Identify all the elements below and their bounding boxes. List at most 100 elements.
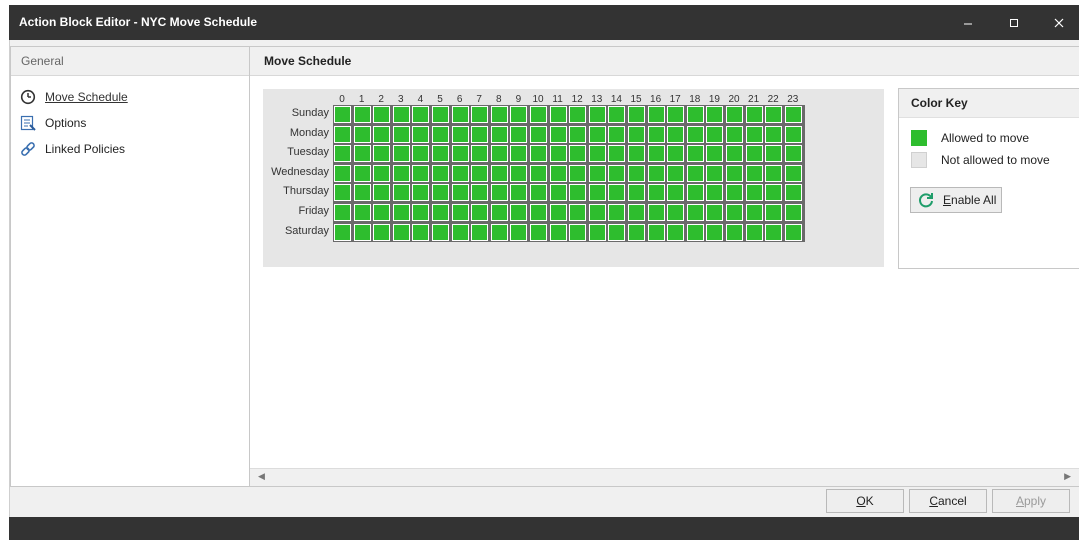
schedule-cell[interactable] bbox=[588, 106, 606, 123]
schedule-cell[interactable] bbox=[726, 184, 743, 202]
schedule-cell[interactable] bbox=[392, 184, 410, 202]
schedule-cell[interactable] bbox=[588, 223, 606, 241]
schedule-cell[interactable] bbox=[686, 164, 704, 182]
schedule-cell[interactable] bbox=[647, 106, 665, 123]
schedule-cell[interactable] bbox=[726, 164, 743, 182]
schedule-cell[interactable] bbox=[745, 184, 763, 202]
schedule-cell[interactable] bbox=[765, 125, 783, 143]
hour-label[interactable]: 2 bbox=[371, 94, 391, 105]
hour-label[interactable]: 0 bbox=[332, 94, 352, 105]
schedule-cell[interactable] bbox=[765, 223, 783, 241]
schedule-cell[interactable] bbox=[471, 223, 489, 241]
schedule-cell[interactable] bbox=[353, 184, 371, 202]
day-label[interactable]: Friday bbox=[263, 205, 329, 217]
hour-label[interactable]: 16 bbox=[646, 94, 666, 105]
schedule-cell[interactable] bbox=[686, 125, 704, 143]
schedule-cell[interactable] bbox=[549, 145, 567, 163]
schedule-cell[interactable] bbox=[490, 223, 508, 241]
close-button[interactable] bbox=[1039, 5, 1079, 40]
ok-button[interactable]: OK bbox=[826, 489, 904, 513]
schedule-cell[interactable] bbox=[726, 106, 743, 123]
schedule-cell[interactable] bbox=[412, 125, 430, 143]
schedule-cell[interactable] bbox=[530, 145, 547, 163]
hour-label[interactable]: 15 bbox=[626, 94, 646, 105]
schedule-cell[interactable] bbox=[667, 184, 685, 202]
hour-label[interactable]: 23 bbox=[783, 94, 803, 105]
schedule-cell[interactable] bbox=[451, 204, 469, 221]
schedule-cell[interactable] bbox=[686, 223, 704, 241]
schedule-cell[interactable] bbox=[667, 145, 685, 163]
schedule-cell[interactable] bbox=[784, 145, 802, 163]
hour-label[interactable]: 22 bbox=[763, 94, 783, 105]
schedule-cell[interactable] bbox=[628, 125, 645, 143]
schedule-cell[interactable] bbox=[667, 164, 685, 182]
schedule-cell[interactable] bbox=[334, 125, 351, 143]
schedule-cell[interactable] bbox=[549, 164, 567, 182]
hour-label[interactable]: 3 bbox=[391, 94, 411, 105]
schedule-cell[interactable] bbox=[412, 145, 430, 163]
schedule-cell[interactable] bbox=[549, 223, 567, 241]
schedule-cell[interactable] bbox=[373, 106, 391, 123]
schedule-cell[interactable] bbox=[569, 145, 587, 163]
hour-label[interactable]: 1 bbox=[352, 94, 372, 105]
day-label[interactable]: Sunday bbox=[263, 107, 329, 119]
day-label[interactable]: Wednesday bbox=[263, 166, 329, 178]
schedule-cell[interactable] bbox=[569, 223, 587, 241]
schedule-cell[interactable] bbox=[490, 184, 508, 202]
schedule-cell[interactable] bbox=[353, 125, 371, 143]
schedule-cell[interactable] bbox=[530, 106, 547, 123]
schedule-cell[interactable] bbox=[628, 106, 645, 123]
schedule-cell[interactable] bbox=[412, 106, 430, 123]
hour-label[interactable]: 12 bbox=[567, 94, 587, 105]
schedule-cell[interactable] bbox=[608, 184, 626, 202]
schedule-cell[interactable] bbox=[647, 184, 665, 202]
schedule-cell[interactable] bbox=[510, 184, 528, 202]
schedule-cell[interactable] bbox=[392, 223, 410, 241]
schedule-cell[interactable] bbox=[353, 106, 371, 123]
schedule-cell[interactable] bbox=[706, 125, 724, 143]
schedule-cell[interactable] bbox=[392, 164, 410, 182]
schedule-cell[interactable] bbox=[647, 145, 665, 163]
schedule-cell[interactable] bbox=[569, 106, 587, 123]
scroll-left-icon[interactable]: ◀ bbox=[258, 472, 265, 482]
schedule-cell[interactable] bbox=[432, 145, 449, 163]
apply-button[interactable]: Apply bbox=[992, 489, 1070, 513]
schedule-cell[interactable] bbox=[451, 164, 469, 182]
schedule-cell[interactable] bbox=[726, 125, 743, 143]
hour-label[interactable]: 18 bbox=[685, 94, 705, 105]
schedule-cell[interactable] bbox=[412, 204, 430, 221]
schedule-cell[interactable] bbox=[588, 125, 606, 143]
minimize-button[interactable] bbox=[948, 5, 988, 40]
schedule-cell[interactable] bbox=[530, 125, 547, 143]
schedule-cell[interactable] bbox=[334, 106, 351, 123]
schedule-cell[interactable] bbox=[510, 164, 528, 182]
schedule-cell[interactable] bbox=[628, 145, 645, 163]
schedule-cell[interactable] bbox=[392, 145, 410, 163]
schedule-cell[interactable] bbox=[490, 164, 508, 182]
schedule-cell[interactable] bbox=[353, 164, 371, 182]
schedule-cell[interactable] bbox=[471, 145, 489, 163]
schedule-cell[interactable] bbox=[451, 106, 469, 123]
schedule-cell[interactable] bbox=[432, 106, 449, 123]
schedule-cell[interactable] bbox=[334, 145, 351, 163]
schedule-cell[interactable] bbox=[490, 125, 508, 143]
schedule-cell[interactable] bbox=[412, 164, 430, 182]
schedule-cell[interactable] bbox=[569, 164, 587, 182]
hour-label[interactable]: 9 bbox=[508, 94, 528, 105]
schedule-cell[interactable] bbox=[451, 125, 469, 143]
schedule-cell[interactable] bbox=[471, 204, 489, 221]
schedule-cell[interactable] bbox=[549, 204, 567, 221]
schedule-cell[interactable] bbox=[745, 125, 763, 143]
schedule-cell[interactable] bbox=[726, 223, 743, 241]
schedule-cell[interactable] bbox=[471, 184, 489, 202]
hour-label[interactable]: 10 bbox=[528, 94, 548, 105]
schedule-cell[interactable] bbox=[510, 204, 528, 221]
schedule-cell[interactable] bbox=[608, 164, 626, 182]
hour-label[interactable]: 4 bbox=[410, 94, 430, 105]
scroll-right-icon[interactable]: ▶ bbox=[1064, 472, 1071, 482]
hour-label[interactable]: 7 bbox=[469, 94, 489, 105]
enable-all-button[interactable]: Enable All bbox=[910, 187, 1002, 213]
schedule-cell[interactable] bbox=[432, 125, 449, 143]
schedule-cell[interactable] bbox=[706, 223, 724, 241]
schedule-cell[interactable] bbox=[569, 204, 587, 221]
